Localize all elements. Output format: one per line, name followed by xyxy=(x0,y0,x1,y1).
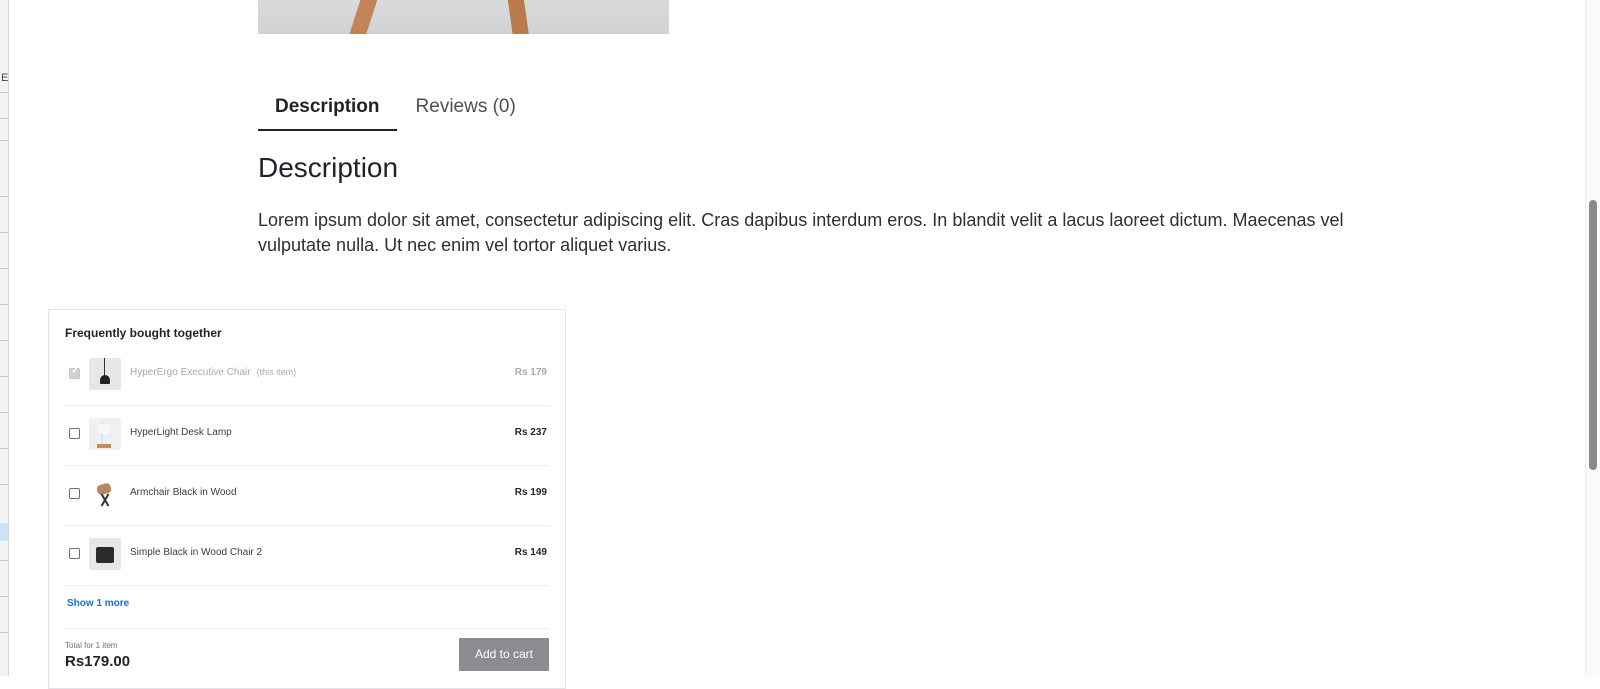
product-thumbnail xyxy=(89,358,121,390)
show-more-link[interactable]: Show 1 more xyxy=(67,598,129,609)
description-text: Lorem ipsum dolor sit amet, consectetur … xyxy=(258,210,1344,255)
total-label: Total for 1 item xyxy=(65,641,118,650)
edge-selection xyxy=(0,523,8,541)
description-heading: Description xyxy=(258,152,399,183)
fbt-item-name: Armchair Black in Wood xyxy=(130,487,237,498)
fbt-item-price: Rs 199 xyxy=(514,487,547,498)
fbt-item-checkbox[interactable] xyxy=(69,488,80,499)
fbt-item-price: Rs 237 xyxy=(514,427,547,438)
divider xyxy=(65,628,549,629)
fbt-item-hyperergo-chair: HyperErgo Executive Chair(this item) Rs … xyxy=(65,345,549,406)
add-to-cart-button[interactable]: Add to cart xyxy=(459,638,549,671)
fbt-title: Frequently bought together xyxy=(65,326,222,340)
this-item-note: (this item) xyxy=(256,367,297,377)
product-tabs: Description Reviews (0) xyxy=(258,88,533,131)
fbt-item-armchair: Armchair Black in Wood Rs 199 xyxy=(65,465,549,526)
product-thumbnail xyxy=(89,478,121,510)
fbt-item-simple-chair: Simple Black in Wood Chair 2 Rs 149 xyxy=(65,525,549,586)
fbt-item-name: Simple Black in Wood Chair 2 xyxy=(130,547,263,558)
fbt-item-price: Rs 179 xyxy=(514,367,547,378)
frequently-bought-together: Frequently bought together HyperErgo Exe… xyxy=(48,309,566,689)
vertical-scrollbar[interactable] xyxy=(1585,0,1600,676)
scrollbar-thumb[interactable] xyxy=(1589,200,1597,470)
product-thumbnail xyxy=(89,418,121,450)
tab-description[interactable]: Description xyxy=(258,88,397,131)
fbt-item-price: Rs 149 xyxy=(514,547,547,558)
product-image xyxy=(258,0,669,34)
tab-reviews[interactable]: Reviews (0) xyxy=(399,88,533,129)
fbt-item-name: HyperErgo Executive Chair (this item) xyxy=(130,367,297,378)
product-thumbnail xyxy=(89,538,121,570)
fbt-item-checkbox[interactable] xyxy=(69,365,80,379)
fbt-item-checkbox[interactable] xyxy=(69,428,80,439)
window-edge: E xyxy=(0,0,9,676)
fbt-item-hyperlight-lamp: HyperLight Desk Lamp Rs 237 xyxy=(65,405,549,466)
fbt-item-checkbox[interactable] xyxy=(69,548,80,559)
fbt-item-name: HyperLight Desk Lamp xyxy=(130,427,232,438)
total-value: Rs179.00 xyxy=(65,653,131,670)
edge-glyph: E xyxy=(1,72,9,84)
